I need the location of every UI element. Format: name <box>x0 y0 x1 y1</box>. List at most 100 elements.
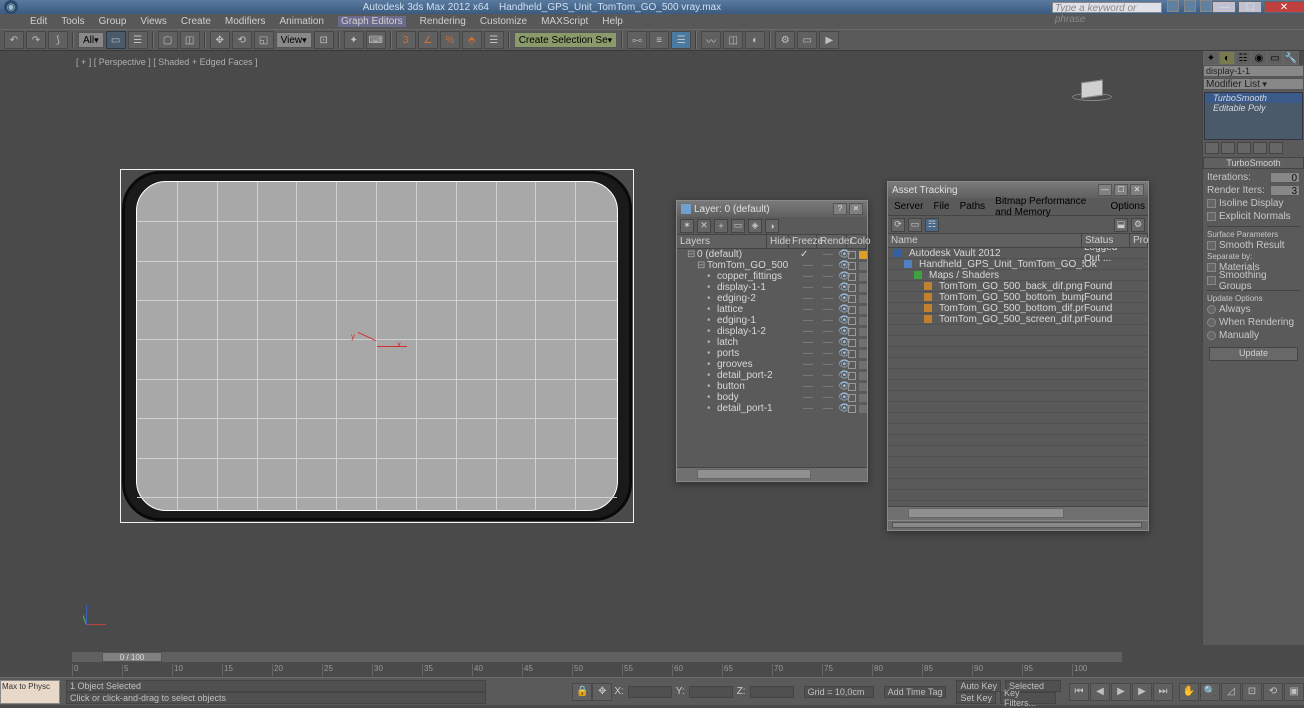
layer-row[interactable]: •display-1-2——👁 <box>677 326 867 337</box>
nav-maxview-icon[interactable]: ▣ <box>1284 683 1304 701</box>
render-icon[interactable]: ▶ <box>819 31 839 49</box>
time-slider[interactable]: 0 / 100 <box>72 652 1122 662</box>
asset-save-icon[interactable]: ▭ <box>908 218 922 232</box>
nav-fov-icon[interactable]: ◿ <box>1221 683 1241 701</box>
smoothresult-checkbox[interactable] <box>1207 241 1216 250</box>
spinner-snap-icon[interactable]: ⬘ <box>462 31 482 49</box>
material-icon[interactable]: ◐ <box>745 31 765 49</box>
whenrender-radio[interactable] <box>1207 318 1216 327</box>
tab-utilities-icon[interactable]: 🔧 <box>1283 51 1299 65</box>
percent-snap-icon[interactable]: % <box>440 31 460 49</box>
modifier-list-dropdown[interactable]: Modifier List ▾ <box>1203 78 1304 90</box>
autokey-button[interactable]: Auto Key <box>956 680 1001 692</box>
asset-resize-scroll[interactable] <box>892 522 1142 528</box>
asset-min-button[interactable]: — <box>1098 184 1112 196</box>
col-freeze[interactable]: Freeze <box>789 235 817 248</box>
asset-refresh-icon[interactable]: ⟳ <box>891 218 905 232</box>
isoline-checkbox[interactable] <box>1207 199 1216 208</box>
help-search-input[interactable]: Type a keyword or phrase <box>1052 2 1162 13</box>
menu-edit[interactable]: Edit <box>30 16 47 27</box>
redo-icon[interactable]: ↷ <box>26 31 46 49</box>
menu-tools[interactable]: Tools <box>61 16 84 27</box>
asset-menu-file[interactable]: File <box>933 201 949 212</box>
col-pro[interactable]: Pro <box>1130 234 1148 247</box>
layer-row[interactable]: •ports——👁 <box>677 348 867 359</box>
layer-row[interactable]: ⊟TomTom_GO_500——👁 <box>677 260 867 271</box>
new-layer-icon[interactable]: ✶ <box>680 219 694 233</box>
rotate-icon[interactable]: ⟲ <box>232 31 252 49</box>
menu-create[interactable]: Create <box>181 16 211 27</box>
close-button[interactable]: ✕ <box>1264 1 1304 13</box>
asset-tree-icon[interactable]: ☶ <box>925 218 939 232</box>
refcoord-dropdown[interactable]: View ▾ <box>276 32 312 48</box>
renderiters-spinner[interactable]: 3 <box>1270 185 1300 196</box>
menu-animation[interactable]: Animation <box>279 16 323 27</box>
select-manip-icon[interactable]: ✦ <box>344 31 364 49</box>
asset-menu-bitmap[interactable]: Bitmap Performance and Memory <box>995 196 1100 218</box>
asset-max-button[interactable]: ☐ <box>1114 184 1128 196</box>
layer-row[interactable]: ⊟0 (default)✓—👁 <box>677 249 867 260</box>
asset-row[interactable]: TomTom_GO_500_bottom_bump.pngFound <box>888 292 1148 303</box>
timeline-ruler[interactable]: 0510152025303540455055606570758085909510… <box>72 664 1122 676</box>
configure-icon[interactable] <box>1269 142 1283 154</box>
tab-hierarchy-icon[interactable]: ☷ <box>1235 51 1251 65</box>
menu-help[interactable]: Help <box>602 16 623 27</box>
y-input[interactable] <box>689 686 733 698</box>
asset-row[interactable]: Handheld_GPS_Unit_TomTom_GO_500_vray...O… <box>888 259 1148 270</box>
next-frame-icon[interactable]: ▶ <box>1132 683 1152 701</box>
rollout-turbosmooth[interactable]: TurboSmooth <box>1203 157 1304 169</box>
nav-zoom-icon[interactable]: 🔍 <box>1200 683 1220 701</box>
menu-maxscript[interactable]: MAXScript <box>541 16 588 27</box>
keyboard-icon[interactable]: ⌨ <box>366 31 386 49</box>
panel-help-button[interactable]: ? <box>833 203 847 215</box>
app-logo-icon[interactable]: ◉ <box>4 0 18 14</box>
col-status[interactable]: Status <box>1082 234 1130 247</box>
rendered-frame-icon[interactable]: ▭ <box>797 31 817 49</box>
menu-views[interactable]: Views <box>140 16 167 27</box>
layer-row[interactable]: •button——👁 <box>677 381 867 392</box>
addtimetag-button[interactable]: Add Time Tag <box>884 686 947 698</box>
layer-row[interactable]: •display-1-1——👁 <box>677 282 867 293</box>
asset-row[interactable]: TomTom_GO_500_bottom_dif.pngFound <box>888 303 1148 314</box>
layer-row[interactable]: •edging-1——👁 <box>677 315 867 326</box>
maximize-button[interactable]: ☐ <box>1238 1 1262 13</box>
angle-snap-icon[interactable]: ∠ <box>418 31 438 49</box>
play-icon[interactable]: ▶ <box>1111 683 1131 701</box>
menu-customize[interactable]: Customize <box>480 16 527 27</box>
goto-start-icon[interactable]: ⏮ <box>1069 683 1089 701</box>
manually-radio[interactable] <box>1207 331 1216 340</box>
align-icon[interactable]: ≡ <box>649 31 669 49</box>
rect-select-icon[interactable]: ▢ <box>158 31 178 49</box>
layer-row[interactable]: •detail_port-1——👁 <box>677 403 867 414</box>
nav-zoomext-icon[interactable]: ⊡ <box>1242 683 1262 701</box>
col-hide[interactable]: Hide <box>767 235 789 248</box>
tab-motion-icon[interactable]: ◉ <box>1251 51 1267 65</box>
nav-orbit-icon[interactable]: ⟲ <box>1263 683 1283 701</box>
smoothgroups-checkbox[interactable] <box>1207 276 1216 285</box>
layer-row[interactable]: •copper_fittings——👁 <box>677 271 867 282</box>
layer-row[interactable]: •latch——👁 <box>677 337 867 348</box>
add-to-layer-icon[interactable]: + <box>714 219 728 233</box>
edit-selset-icon[interactable]: ☰ <box>484 31 504 49</box>
layer-row[interactable]: •lattice——👁 <box>677 304 867 315</box>
asset-opts-icon[interactable]: ⚙ <box>1131 218 1145 232</box>
window-cross-icon[interactable]: ◫ <box>180 31 200 49</box>
asset-menu-server[interactable]: Server <box>894 201 923 212</box>
mod-turbosmooth[interactable]: TurboSmooth <box>1205 93 1302 103</box>
asset-row[interactable]: Maps / Shaders <box>888 270 1148 281</box>
select-layer-icon[interactable]: ▭ <box>731 219 745 233</box>
asset-menu-options[interactable]: Options <box>1111 201 1145 212</box>
viewcube-icon[interactable] <box>1072 81 1112 111</box>
undo-icon[interactable]: ↶ <box>4 31 24 49</box>
render-setup-icon[interactable]: ⚙ <box>775 31 795 49</box>
col-layers[interactable]: Layers <box>677 235 767 248</box>
menu-group[interactable]: Group <box>99 16 127 27</box>
minimize-button[interactable]: — <box>1212 1 1236 13</box>
mod-editablepoly[interactable]: Editable Poly <box>1205 103 1302 113</box>
link-icon[interactable]: ⟆ <box>48 31 68 49</box>
infocenter-icon[interactable] <box>1167 0 1179 12</box>
highlight-icon[interactable]: ◈ <box>748 219 762 233</box>
layer-row[interactable]: •body——👁 <box>677 392 867 403</box>
star-icon[interactable] <box>1184 0 1196 12</box>
asset-row[interactable]: TomTom_GO_500_screen_dif.pngFound <box>888 314 1148 325</box>
